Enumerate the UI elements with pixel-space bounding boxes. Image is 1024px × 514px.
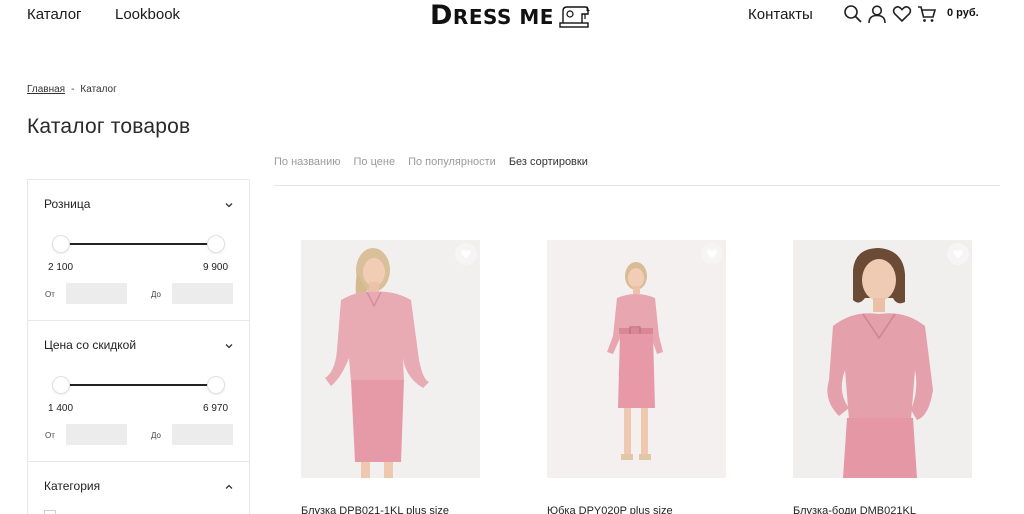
breadcrumb-home-link[interactable]: Главная: [27, 84, 65, 95]
nav-catalog-link[interactable]: Каталог: [27, 6, 82, 23]
site-header: Каталог Lookbook DRESS ME L Контакты 0 р…: [0, 0, 1024, 31]
discount-to-label: До: [151, 431, 161, 440]
product-image[interactable]: [301, 240, 480, 478]
filter-category-title[interactable]: Категория: [44, 479, 100, 493]
heart-icon: [460, 249, 472, 259]
retail-range-min-handle[interactable]: [52, 235, 70, 253]
discount-min-value: 1 400: [48, 403, 74, 414]
sort-divider: [274, 185, 1000, 186]
cart-icon[interactable]: [917, 4, 937, 24]
product-image[interactable]: [547, 240, 726, 478]
retail-from-input[interactable]: [66, 283, 127, 304]
sewing-machine-icon: L: [559, 6, 590, 28]
nav-contacts-link[interactable]: Контакты: [748, 6, 813, 23]
category-checkbox[interactable]: [44, 510, 56, 514]
breadcrumb-separator: -: [71, 84, 75, 95]
retail-range-track[interactable]: [62, 243, 216, 245]
page-title: Каталог товаров: [27, 115, 191, 138]
product-name[interactable]: Блузка-боди DMB021KL: [793, 505, 916, 514]
sort-none[interactable]: Без сортировки: [509, 156, 588, 168]
sort-by-price[interactable]: По цене: [354, 156, 396, 168]
retail-to-label: До: [151, 290, 161, 299]
filter-retail-title[interactable]: Розница: [44, 197, 90, 211]
heart-icon: [952, 249, 964, 259]
discount-range-min-handle[interactable]: [52, 376, 70, 394]
favorite-button[interactable]: [455, 243, 477, 265]
heart-icon: [706, 249, 718, 259]
retail-from-label: От: [45, 290, 55, 299]
logo-text: DRESS ME: [430, 0, 554, 31]
discount-from-label: От: [45, 431, 55, 440]
favorite-button[interactable]: [701, 243, 723, 265]
breadcrumb: Главная - Каталог: [27, 84, 117, 95]
chevron-down-icon[interactable]: [224, 341, 234, 351]
retail-max-value: 9 900: [203, 262, 229, 273]
discount-max-value: 6 970: [203, 403, 229, 414]
chevron-down-icon[interactable]: [224, 200, 234, 210]
filter-category: Категория: [28, 462, 249, 514]
breadcrumb-current: Каталог: [80, 84, 117, 95]
product-name[interactable]: Блузка DPB021-1KL plus size: [301, 505, 449, 514]
filter-retail: Розница 2 100 9 900 От До: [28, 180, 249, 321]
filter-discount: Цена со скидкой 1 400 6 970 От До: [28, 321, 249, 462]
filter-sidebar: Розница 2 100 9 900 От До Цена со скидко…: [27, 179, 250, 514]
search-icon[interactable]: [843, 4, 863, 24]
svg-text:L: L: [586, 6, 590, 13]
product-photo-blouse: [301, 240, 480, 478]
cart-total[interactable]: 0 руб.: [947, 7, 979, 19]
product-image[interactable]: [793, 240, 972, 478]
product-name[interactable]: Юбка DPY020P plus size: [547, 505, 673, 514]
user-icon[interactable]: [867, 4, 887, 24]
sort-bar: По названию По цене По популярности Без …: [274, 156, 588, 168]
discount-range-track[interactable]: [62, 384, 216, 386]
filter-discount-title[interactable]: Цена со скидкой: [44, 338, 136, 352]
product-photo-skirt: [547, 240, 726, 478]
discount-to-input[interactable]: [172, 424, 233, 445]
heart-icon[interactable]: [892, 4, 912, 24]
sort-by-name[interactable]: По названию: [274, 156, 341, 168]
discount-from-input[interactable]: [66, 424, 127, 445]
chevron-up-icon[interactable]: [224, 482, 234, 492]
discount-range-max-handle[interactable]: [207, 376, 225, 394]
logo[interactable]: DRESS ME L: [430, 0, 594, 31]
favorite-button[interactable]: [947, 243, 969, 265]
retail-min-value: 2 100: [48, 262, 74, 273]
retail-to-input[interactable]: [172, 283, 233, 304]
retail-range-max-handle[interactable]: [207, 235, 225, 253]
sort-by-popularity[interactable]: По популярности: [408, 156, 496, 168]
product-photo-bodysuit: [793, 240, 972, 478]
nav-lookbook-link[interactable]: Lookbook: [115, 6, 180, 23]
